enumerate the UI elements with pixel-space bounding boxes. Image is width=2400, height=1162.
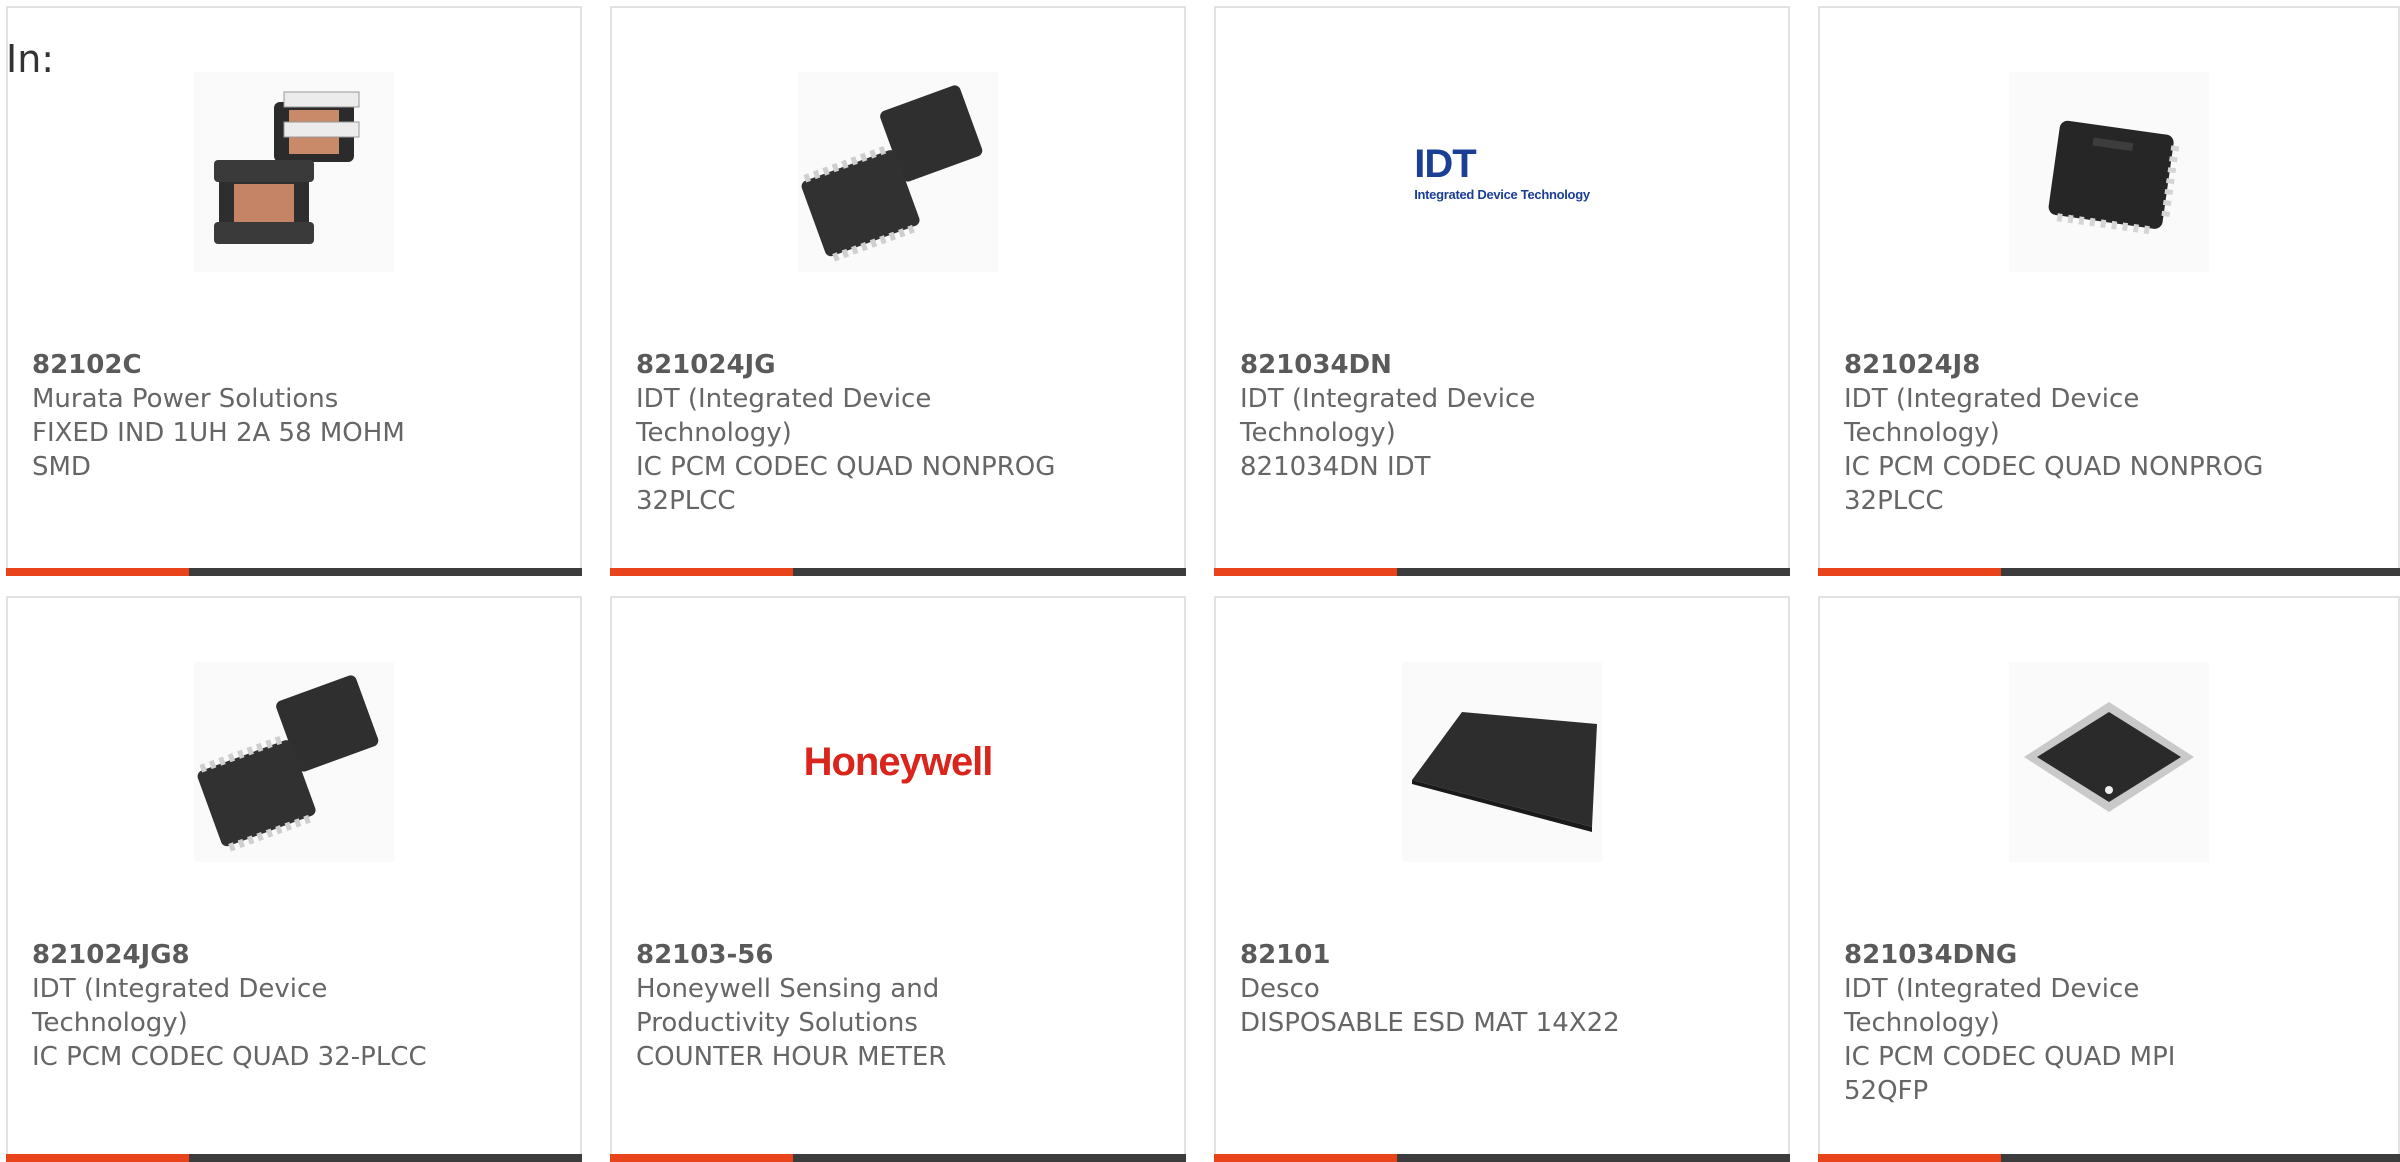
card-accent: [610, 1154, 793, 1162]
product-info: 821024JG8 IDT (Integrated Device Technol…: [32, 938, 452, 1074]
product-card[interactable]: 821034DNG IDT (Integrated Device Technol…: [1818, 596, 2400, 1162]
manufacturer: IDT (Integrated Device Technology): [1844, 974, 2140, 1038]
manufacturer: IDT (Integrated Device Technology): [1844, 384, 2140, 448]
card-bottom-bar: [1214, 1154, 1790, 1162]
part-number[interactable]: 821034DNG: [1844, 938, 2264, 972]
card-bottom-bar: [6, 568, 582, 576]
product-card[interactable]: 821024JG IDT (Integrated Device Technolo…: [610, 6, 1186, 576]
product-card[interactable]: 821024J8 IDT (Integrated Device Technolo…: [1818, 6, 2400, 576]
idt-logo-subtext: Integrated Device Technology: [1414, 187, 1590, 202]
manufacturer: Desco: [1240, 974, 1320, 1004]
manufacturer: Murata Power Solutions: [32, 384, 339, 414]
card-accent: [6, 568, 189, 576]
manufacturer: Honeywell Sensing and Productivity Solut…: [636, 974, 940, 1038]
description: FIXED IND 1UH 2A 58 MOHM SMD: [32, 418, 405, 482]
product-card[interactable]: IDT Integrated Device Technology 821034D…: [1214, 6, 1790, 576]
description: DISPOSABLE ESD MAT 14X22: [1240, 1008, 1620, 1038]
card-bottom-bar: [1214, 568, 1790, 576]
product-info: 821024J8 IDT (Integrated Device Technolo…: [1844, 348, 2264, 518]
part-number[interactable]: 82102C: [32, 348, 452, 382]
qfp-chip-icon: [2009, 662, 2209, 862]
card-accent: [610, 568, 793, 576]
description: COUNTER HOUR METER: [636, 1042, 947, 1072]
honeywell-logo-text: Honeywell: [803, 739, 994, 784]
card-accent: [1818, 1154, 2001, 1162]
honeywell-logo: Honeywell: [798, 662, 998, 862]
description: IC PCM CODEC QUAD 32-PLCC: [32, 1042, 427, 1072]
product-info: 82102C Murata Power Solutions FIXED IND …: [32, 348, 452, 484]
plcc-chip-icon: [798, 72, 998, 272]
card-bottom-bar: [1818, 1154, 2400, 1162]
card-accent: [1818, 568, 2001, 576]
description: 821034DN IDT: [1240, 452, 1431, 482]
card-bottom-bar: [610, 568, 1186, 576]
card-bottom-bar: [1818, 568, 2400, 576]
part-number[interactable]: 82101: [1240, 938, 1660, 972]
manufacturer: IDT (Integrated Device Technology): [32, 974, 328, 1038]
product-info: 82101 Desco DISPOSABLE ESD MAT 14X22: [1240, 938, 1660, 1040]
idt-logo-text: IDT: [1414, 142, 1476, 186]
description: IC PCM CODEC QUAD NONPROG 32PLCC: [636, 452, 1056, 516]
inductor-icon: [194, 72, 394, 272]
product-info: 821034DNG IDT (Integrated Device Technol…: [1844, 938, 2264, 1108]
card-accent: [6, 1154, 189, 1162]
description: IC PCM CODEC QUAD MPI 52QFP: [1844, 1042, 2176, 1106]
product-info: 821034DN IDT (Integrated Device Technolo…: [1240, 348, 1660, 484]
part-number[interactable]: 82103-56: [636, 938, 1056, 972]
product-card[interactable]: Honeywell 82103-56 Honeywell Sensing and…: [610, 596, 1186, 1162]
part-number[interactable]: 821024JG8: [32, 938, 452, 972]
idt-logo: IDT Integrated Device Technology: [1402, 72, 1602, 272]
product-card[interactable]: 82102C Murata Power Solutions FIXED IND …: [6, 6, 582, 576]
manufacturer: IDT (Integrated Device Technology): [1240, 384, 1536, 448]
card-accent: [1214, 568, 1397, 576]
card-accent: [1214, 1154, 1397, 1162]
filter-label: In:: [6, 37, 55, 81]
description: IC PCM CODEC QUAD NONPROG 32PLCC: [1844, 452, 2264, 516]
card-bottom-bar: [6, 1154, 582, 1162]
product-card[interactable]: 82101 Desco DISPOSABLE ESD MAT 14X22: [1214, 596, 1790, 1162]
manufacturer: IDT (Integrated Device Technology): [636, 384, 932, 448]
part-number[interactable]: 821024JG: [636, 348, 1056, 382]
product-card[interactable]: 821024JG8 IDT (Integrated Device Technol…: [6, 596, 582, 1162]
product-grid-page: In: 82102C Murata Power Solutions FIXED …: [0, 0, 2400, 1162]
plcc-chip-icon: [2009, 72, 2209, 272]
product-info: 82103-56 Honeywell Sensing and Productiv…: [636, 938, 1056, 1074]
part-number[interactable]: 821024J8: [1844, 348, 2264, 382]
part-number[interactable]: 821034DN: [1240, 348, 1660, 382]
plcc-chip-icon: [194, 662, 394, 862]
card-bottom-bar: [610, 1154, 1186, 1162]
esd-mat-icon: [1402, 662, 1602, 862]
product-info: 821024JG IDT (Integrated Device Technolo…: [636, 348, 1056, 518]
